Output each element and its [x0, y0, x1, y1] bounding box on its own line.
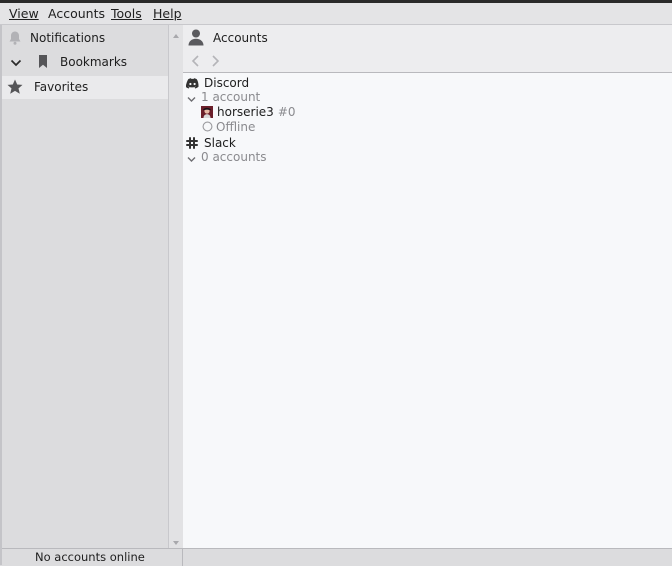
account-discriminator: #0: [277, 105, 296, 119]
sidebar: Notifications Bookmarks Favorites: [2, 25, 168, 548]
status-label: Offline: [216, 120, 256, 134]
person-icon: [187, 28, 205, 49]
forward-arrow-icon[interactable]: [208, 54, 222, 68]
star-icon: [6, 78, 24, 99]
sidebar-item-notifications[interactable]: Notifications: [2, 27, 168, 50]
sidebar-item-favorites[interactable]: Favorites: [2, 76, 168, 99]
menu-bar: View Accounts Tools Help: [0, 3, 672, 25]
account-count-label: 0 accounts: [201, 150, 267, 164]
scroll-down-icon[interactable]: [172, 536, 180, 545]
sidebar-scrollbar[interactable]: [168, 25, 184, 548]
menu-help[interactable]: Help: [153, 6, 182, 21]
chevron-down-icon: [187, 152, 196, 166]
chevron-down-icon[interactable]: [10, 57, 22, 71]
account-name: horserie3 #0: [217, 105, 296, 119]
menu-tools-label: Tools: [111, 6, 142, 21]
service-name: Discord: [204, 76, 250, 90]
chevron-down-icon: [187, 92, 196, 106]
menu-tools[interactable]: Tools: [111, 6, 142, 21]
menu-view[interactable]: View: [9, 6, 39, 21]
bookmark-icon: [37, 54, 49, 72]
sidebar-item-bookmarks[interactable]: Bookmarks: [2, 51, 168, 74]
menu-accounts[interactable]: Accounts: [48, 6, 105, 21]
scroll-up-icon[interactable]: [172, 29, 180, 38]
page-title: Accounts: [213, 31, 268, 45]
menu-view-label: View: [9, 6, 39, 21]
status-bar: No accounts online: [2, 548, 672, 566]
slack-icon: [186, 137, 198, 152]
account-username: horserie3: [217, 105, 274, 119]
status-text: No accounts online: [35, 550, 145, 564]
bell-icon: [8, 30, 22, 49]
menu-help-label: Help: [153, 6, 182, 21]
status-divider: [182, 549, 183, 566]
accounts-header: Accounts: [183, 25, 672, 73]
sidebar-item-label: Bookmarks: [60, 55, 128, 69]
account-count-label: 1 account: [201, 90, 261, 104]
sidebar-item-label: Favorites: [34, 80, 89, 94]
discord-icon: [185, 78, 199, 92]
service-name: Slack: [204, 136, 236, 150]
back-arrow-icon[interactable]: [189, 54, 203, 68]
accounts-panel: Accounts Discord 1 account horserie3 #0 …: [183, 25, 672, 548]
avatar: [201, 106, 213, 121]
sidebar-item-label: Notifications: [30, 31, 106, 45]
offline-status-icon: [202, 121, 213, 135]
